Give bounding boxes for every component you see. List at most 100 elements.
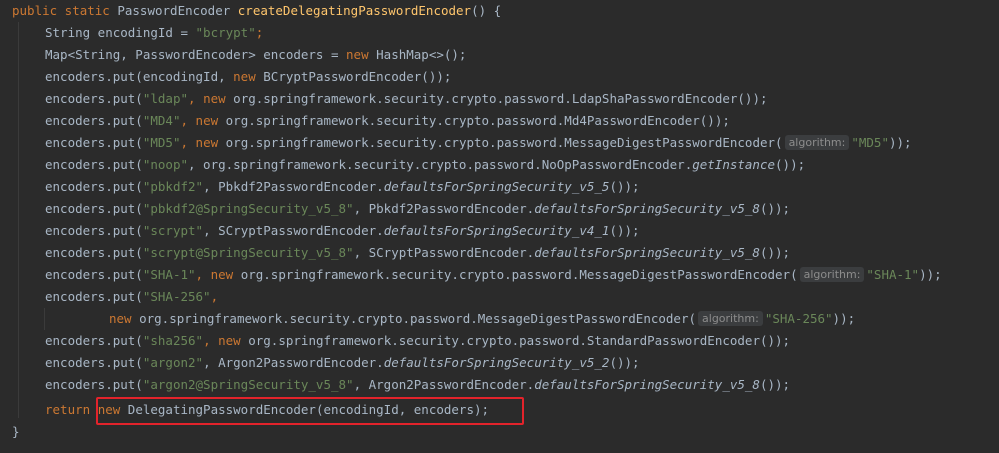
token-text: ());	[609, 223, 640, 238]
token-string: "scrypt"	[142, 223, 204, 238]
code-line-18[interactable]: encoders.put("argon2@SpringSecurity_v5_8…	[45, 374, 790, 396]
code-line-4[interactable]: encoders.put(encodingId, new BCryptPassw…	[45, 66, 451, 88]
token-text: , Pbkdf2PasswordEncoder.	[203, 179, 384, 194]
token-text: , Argon2PasswordEncoder.	[203, 355, 384, 370]
token-static-method: defaultsForSpringSecurity_v5_8	[534, 377, 760, 392]
token-text: , Argon2PasswordEncoder.	[353, 377, 535, 392]
token-keyword: new	[233, 69, 264, 84]
token-text: encoders.put(	[45, 157, 143, 172]
token-static-method: defaultsForSpringSecurity_v5_5	[383, 179, 610, 194]
highlight-box	[96, 397, 524, 425]
token-text: ());	[759, 245, 791, 260]
token-keyword: new	[203, 91, 234, 106]
code-line-10[interactable]: encoders.put("pbkdf2@SpringSecurity_v5_8…	[45, 198, 790, 220]
indent-guide	[44, 308, 45, 330]
token-keyword: new	[346, 47, 377, 62]
token-text: encoders.put(	[45, 91, 143, 106]
token-string: "SHA-1"	[142, 267, 196, 282]
token-text: , SCryptPasswordEncoder.	[203, 223, 384, 238]
token-punct: }	[12, 424, 20, 439]
token-text: org.springframework.security.crypto.pass…	[225, 113, 730, 128]
code-line-8[interactable]: encoders.put("noop", org.springframework…	[45, 154, 805, 176]
token-text: Map<String, PasswordEncoder> encoders =	[45, 47, 347, 62]
token-string: "pbkdf2@SpringSecurity_v5_8"	[142, 201, 354, 216]
code-line-15[interactable]: new org.springframework.security.crypto.…	[109, 308, 855, 330]
token-string: "ldap"	[142, 91, 188, 106]
parameter-hint: algorithm:	[784, 135, 850, 150]
token-string: "bcrypt"	[195, 25, 256, 40]
token-text: ());	[775, 157, 806, 172]
code-editor[interactable]: public static PasswordEncoder createDele…	[0, 0, 999, 453]
token-text: , SCryptPasswordEncoder.	[353, 245, 535, 260]
code-line-6[interactable]: encoders.put("MD4", new org.springframew…	[45, 110, 730, 132]
token-text: ));	[919, 267, 942, 282]
code-line-3[interactable]: Map<String, PasswordEncoder> encoders = …	[45, 44, 466, 66]
code-line-14[interactable]: encoders.put("SHA-256",	[45, 286, 218, 308]
token-text: ));	[832, 311, 856, 326]
token-punct: ,	[180, 113, 196, 128]
token-keyword: new	[109, 311, 140, 326]
code-line-2[interactable]: String encodingId = "bcrypt";	[45, 22, 263, 44]
token-string: "argon2@SpringSecurity_v5_8"	[142, 377, 354, 392]
token-string: "scrypt@SpringSecurity_v5_8"	[142, 245, 354, 260]
token-punct: ,	[188, 91, 204, 106]
token-string: "MD4"	[142, 113, 181, 128]
token-text: org.springframework.security.crypto.pass…	[139, 311, 697, 326]
token-text: ());	[609, 355, 640, 370]
token-string: "argon2"	[142, 355, 204, 370]
token-text: org.springframework.security.crypto.pass…	[248, 333, 791, 348]
token-text: HashMap<>();	[376, 47, 467, 62]
token-text: , org.springframework.security.crypto.pa…	[188, 157, 693, 172]
token-static-method: defaultsForSpringSecurity_v4_1	[383, 223, 610, 238]
token-text: org.springframework.security.crypto.pass…	[225, 135, 783, 150]
code-line-5[interactable]: encoders.put("ldap", new org.springframe…	[45, 88, 768, 110]
code-line-20[interactable]: }	[12, 421, 20, 443]
parameter-hint: algorithm:	[799, 267, 865, 282]
parameter-hint: algorithm:	[698, 311, 763, 326]
token-text: BCryptPasswordEncoder());	[263, 69, 452, 84]
token-text: ());	[609, 179, 640, 194]
token-text: encoders.put(	[45, 113, 143, 128]
token-text: encoders.put(	[45, 179, 143, 194]
token-string: "MD5"	[851, 135, 889, 150]
token-punct: ,	[210, 289, 219, 304]
token-text: encoders.put(	[45, 223, 143, 238]
token-static-method: defaultsForSpringSecurity_v5_2	[383, 355, 610, 370]
token-text: encoders.put(encodingId,	[45, 69, 234, 84]
token-string: "sha256"	[142, 333, 204, 348]
token-text: encoders.put(	[45, 333, 143, 348]
token-text: org.springframework.security.crypto.pass…	[233, 91, 768, 106]
token-text: encoders.put(	[45, 135, 143, 150]
token-text: encoders.put(	[45, 377, 143, 392]
token-text: ));	[889, 135, 912, 150]
token-text: ());	[759, 377, 791, 392]
token-text: encoders.put(	[45, 201, 143, 216]
token-text: encoders.put(	[45, 267, 143, 282]
code-line-9[interactable]: encoders.put("pbkdf2", Pbkdf2PasswordEnc…	[45, 176, 640, 198]
token-type: PasswordEncoder	[117, 3, 238, 18]
code-line-11[interactable]: encoders.put("scrypt", SCryptPasswordEnc…	[45, 220, 640, 242]
token-punct: ;	[255, 25, 264, 40]
token-text: encoders.put(	[45, 289, 143, 304]
token-keyword: new	[195, 135, 226, 150]
code-line-13[interactable]: encoders.put("SHA-1", new org.springfram…	[45, 264, 942, 286]
token-punct: ,	[203, 333, 219, 348]
token-string: "SHA-1"	[866, 267, 920, 282]
token-keyword: return	[45, 402, 98, 417]
token-punct: ,	[195, 267, 211, 282]
code-line-7[interactable]: encoders.put( "MD5", new org.springframew…	[45, 132, 912, 154]
code-line-17[interactable]: encoders.put("argon2", Argon2PasswordEnc…	[45, 352, 640, 374]
token-method-name: createDelegatingPasswordEncoder	[237, 3, 472, 18]
code-line-1[interactable]: public static PasswordEncoder createDele…	[12, 0, 501, 22]
token-text: String encodingId =	[45, 25, 196, 40]
code-line-16[interactable]: encoders.put("sha256", new org.springfra…	[45, 330, 790, 352]
token-text: ());	[759, 201, 791, 216]
token-string: "pbkdf2"	[142, 179, 204, 194]
token-keyword: new	[218, 333, 249, 348]
code-line-12[interactable]: encoders.put("scrypt@SpringSecurity_v5_8…	[45, 242, 790, 264]
token-punct: ,	[180, 135, 196, 150]
token-static-method: getInstance	[692, 157, 776, 172]
token-string: "SHA-256"	[142, 289, 211, 304]
token-static-method: defaultsForSpringSecurity_v5_8	[534, 201, 760, 216]
token-text: , Pbkdf2PasswordEncoder.	[353, 201, 535, 216]
